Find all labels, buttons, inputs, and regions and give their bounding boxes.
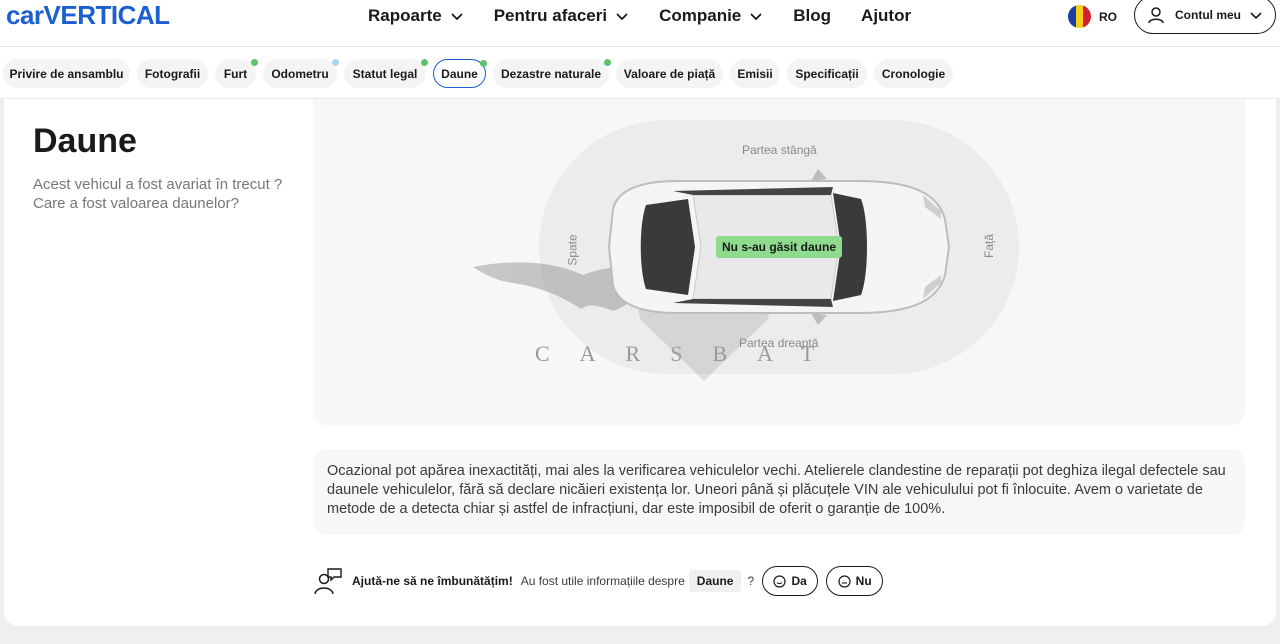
tab-furt[interactable]: Furt	[215, 59, 258, 88]
status-dot	[251, 59, 258, 66]
chevron-down-icon	[451, 13, 463, 21]
status-dot	[332, 59, 339, 66]
disclaimer-note: Ocazional pot apărea inexactități, mai a…	[313, 449, 1245, 535]
nav-label: Rapoarte	[368, 6, 442, 25]
nav-label: Ajutor	[861, 6, 912, 25]
tab-label: Statut legal	[352, 66, 418, 81]
smile-icon	[773, 574, 787, 588]
chevron-down-icon	[750, 13, 762, 21]
main-nav: Rapoarte Pentru afaceri Companie Blog Aj…	[368, 0, 941, 32]
feedback-no-button[interactable]: Nu	[826, 566, 884, 596]
no-label: Nu	[855, 574, 872, 588]
status-dot	[480, 60, 487, 67]
tab-label: Cronologie	[881, 66, 946, 81]
yes-label: Da	[791, 574, 807, 588]
tab-label: Odometru	[271, 66, 329, 81]
tab-fotografii[interactable]: Fotografii	[137, 59, 208, 88]
tab-emisii[interactable]: Emisii	[730, 59, 780, 88]
damage-diagram: CARSBAT Partea stângă Partea dreaptă Spa…	[313, 99, 1245, 426]
chevron-down-icon	[616, 13, 628, 21]
tab-specificatii[interactable]: Specificații	[787, 59, 867, 88]
feedback-topic: Daune	[688, 570, 742, 592]
tab-label: Dezastre naturale	[500, 66, 602, 81]
feedback-yes-button[interactable]: Da	[762, 566, 819, 596]
nav-label: Companie	[659, 6, 742, 25]
tab-label: Privire de ansamblu	[9, 66, 124, 81]
tab-statut-legal[interactable]: Statut legal	[344, 59, 428, 88]
status-dot	[604, 59, 611, 66]
user-icon	[1148, 7, 1164, 24]
language-code: RO	[1099, 9, 1117, 24]
language-selector[interactable]: RO	[1068, 5, 1117, 28]
label-right-side: Partea dreaptă	[739, 336, 819, 350]
nav-blog[interactable]: Blog	[793, 6, 831, 26]
tab-label: Specificații	[795, 66, 859, 81]
feedback-person-icon	[314, 568, 342, 595]
nav-rapoarte[interactable]: Rapoarte	[368, 6, 464, 26]
feedback-question: Au fost utile informațiile despre	[520, 574, 685, 588]
chevron-down-icon	[1250, 12, 1262, 20]
romania-flag-icon	[1068, 5, 1091, 28]
tab-dezastre-naturale[interactable]: Dezastre naturale	[493, 59, 611, 88]
nav-pentru-afaceri[interactable]: Pentru afaceri	[494, 6, 629, 26]
tab-odometru[interactable]: Odometru	[263, 59, 339, 88]
nav-label: Pentru afaceri	[493, 6, 608, 25]
tab-cronologie[interactable]: Cronologie	[874, 59, 953, 88]
account-label: Contul meu	[1175, 8, 1241, 22]
account-button[interactable]: Contul meu	[1134, 0, 1276, 34]
tab-label: Emisii	[737, 66, 773, 81]
neutral-face-icon	[838, 574, 851, 588]
section-subtitle: Acest vehicul a fost avariat în trecut ?…	[33, 176, 283, 212]
feedback-question-mark: ?	[747, 574, 755, 588]
tab-privire-de-ansamblu[interactable]: Privire de ansamblu	[3, 59, 130, 88]
feedback-bar: Ajută-ne să ne îmbunătățim! Au fost util…	[314, 566, 884, 596]
tab-daune[interactable]: Daune	[433, 59, 487, 88]
tab-label: Fotografii	[144, 66, 201, 81]
feedback-prompt: Ajută-ne să ne îmbunătățim!	[352, 574, 513, 588]
tab-label: Daune	[441, 66, 478, 81]
section-title: Daune	[33, 122, 137, 160]
top-header: carVERTICAL Rapoarte Pentru afaceri Comp…	[0, 0, 1280, 47]
label-front: Față	[982, 233, 997, 259]
carvertical-logo[interactable]: carVERTICAL	[6, 0, 170, 30]
nav-ajutor[interactable]: Ajutor	[861, 6, 911, 26]
status-dot	[421, 59, 428, 66]
report-tabs: Privire de ansamblu Fotografii Furt Odom…	[0, 47, 1280, 99]
label-rear: Spate	[565, 234, 580, 266]
nav-label: Blog	[793, 6, 832, 25]
tab-label: Furt	[223, 66, 248, 81]
tab-label: Valoare de piață	[623, 66, 716, 81]
tab-valoare-de-piata[interactable]: Valoare de piață	[616, 59, 723, 88]
nav-companie[interactable]: Companie	[659, 6, 763, 26]
label-left-side: Partea stângă	[742, 143, 817, 157]
no-damage-badge: Nu s-au găsit daune	[716, 236, 842, 258]
